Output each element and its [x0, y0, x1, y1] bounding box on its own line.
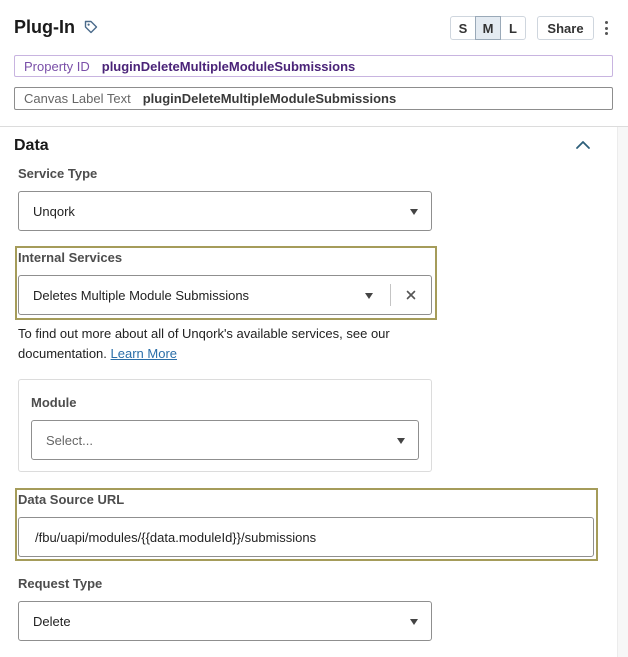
module-select[interactable]: Select... [31, 420, 419, 460]
kebab-menu-icon[interactable] [600, 19, 612, 37]
share-button[interactable]: Share [537, 16, 594, 40]
caret-down-icon [410, 209, 418, 215]
internal-services-label: Internal Services [18, 250, 123, 265]
size-medium-button[interactable]: M [475, 16, 501, 40]
learn-more-link[interactable]: Learn More [111, 346, 177, 361]
module-label: Module [31, 395, 77, 410]
property-id-label: Property ID [24, 58, 90, 74]
canvas-label-field[interactable]: Canvas Label Text pluginDeleteMultipleMo… [14, 87, 613, 110]
tag-icon[interactable] [84, 20, 98, 34]
select-divider [390, 284, 391, 306]
service-type-value: Unqork [33, 203, 75, 219]
size-small-button[interactable]: S [450, 16, 476, 40]
property-id-field[interactable]: Property ID pluginDeleteMultipleModuleSu… [14, 55, 613, 77]
chevron-up-icon[interactable] [575, 139, 591, 151]
request-type-label: Request Type [18, 576, 103, 591]
caret-down-icon [410, 619, 418, 625]
close-icon[interactable] [405, 289, 417, 301]
help-text: To find out more about all of Unqork's a… [18, 326, 390, 361]
request-type-value: Delete [33, 613, 71, 629]
internal-services-select[interactable]: Deletes Multiple Module Submissions [18, 275, 432, 315]
service-type-select[interactable]: Unqork [18, 191, 432, 231]
section-title-data: Data [14, 137, 49, 154]
panel-title: Plug-In [14, 17, 75, 37]
data-source-url-input[interactable]: /fbu/uapi/modules/{{data.moduleId}}/subm… [18, 517, 594, 557]
panel-header: Plug-In S M L Share [14, 16, 614, 40]
service-type-label: Service Type [18, 166, 98, 181]
module-placeholder: Select... [46, 432, 93, 448]
data-source-url-label: Data Source URL [18, 492, 125, 507]
scroll-rail[interactable] [617, 127, 628, 657]
header-divider [0, 126, 628, 127]
caret-down-icon [397, 438, 405, 444]
size-large-button[interactable]: L [500, 16, 526, 40]
request-type-select[interactable]: Delete [18, 601, 432, 641]
canvas-label-label: Canvas Label Text [24, 91, 131, 106]
internal-services-help: To find out more about all of Unqork's a… [18, 324, 438, 364]
internal-services-value: Deletes Multiple Module Submissions [33, 287, 250, 303]
size-toggle-group: S M L [450, 16, 526, 40]
caret-down-icon[interactable] [365, 293, 373, 299]
data-source-url-value: /fbu/uapi/modules/{{data.moduleId}}/subm… [35, 529, 317, 545]
canvas-label-value: pluginDeleteMultipleModuleSubmissions [142, 91, 397, 106]
property-id-value: pluginDeleteMultipleModuleSubmissions [101, 58, 356, 74]
